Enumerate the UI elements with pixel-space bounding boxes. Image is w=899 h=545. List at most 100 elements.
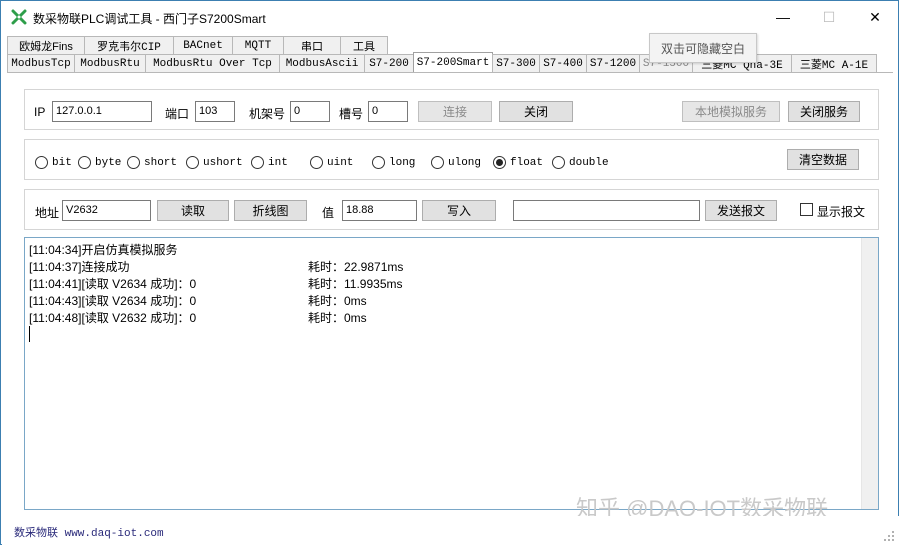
radio-indicator: [78, 156, 91, 169]
stop-service-button[interactable]: 关闭服务: [788, 101, 860, 122]
log-line: [11:04:41][读取 V2634 成功]：0: [29, 277, 197, 291]
radio-short[interactable]: short: [127, 156, 177, 169]
tab-label: 欧姆龙Fins: [19, 40, 73, 53]
protocol-tabs-row1: 欧姆龙Fins 罗克韦尔CIP BACnet MQTT 串口 工具: [7, 36, 388, 54]
radio-label: ulong: [448, 156, 482, 169]
hide-blank-tooltip: 双击可隐藏空白: [649, 33, 757, 63]
radio-ushort[interactable]: ushort: [186, 156, 243, 169]
close-button[interactable]: ✕: [852, 1, 898, 33]
text-caret: [29, 326, 30, 342]
address-label: 地址: [35, 206, 60, 220]
tab-divider: [7, 72, 893, 73]
radio-indicator: [372, 156, 385, 169]
tab-modbus-ascii[interactable]: ModbusAscii: [279, 54, 365, 72]
tab-s7-200[interactable]: S7-200: [364, 54, 414, 72]
tab-modbus-rtu-over-tcp[interactable]: ModbusRtu Over Tcp: [145, 54, 280, 72]
radio-int[interactable]: int: [251, 156, 288, 169]
tab-s7-300[interactable]: S7-300: [492, 54, 540, 72]
radio-indicator: [35, 156, 48, 169]
radio-label: double: [569, 156, 609, 169]
rack-input[interactable]: 0: [290, 101, 330, 122]
port-label: 端口: [165, 107, 190, 121]
radio-byte[interactable]: byte: [78, 156, 121, 169]
tab-bacnet[interactable]: BACnet: [173, 36, 233, 54]
log-output[interactable]: [11:04:34]开启仿真模拟服务 [11:04:37]连接成功 耗时：22.…: [24, 237, 879, 510]
minimize-button[interactable]: —: [760, 1, 806, 33]
radio-indicator: [127, 156, 140, 169]
app-logo-icon: [11, 9, 27, 25]
radio-indicator: [431, 156, 444, 169]
log-line: [11:04:48][读取 V2632 成功]：0: [29, 311, 197, 325]
resize-grip-icon[interactable]: [883, 530, 895, 542]
tab-mqtt[interactable]: MQTT: [232, 36, 284, 54]
clear-data-button[interactable]: 清空数据: [787, 149, 859, 170]
radio-label: byte: [95, 156, 122, 169]
status-bar: 数采物联 www.daq-iot.com: [2, 516, 899, 545]
tab-label: ModbusAscii: [285, 57, 359, 70]
radio-label: int: [268, 156, 288, 169]
tab-tools[interactable]: 工具: [340, 36, 388, 54]
log-elapsed: 耗时：0ms: [308, 311, 367, 325]
tab-label: ModbusRtu Over Tcp: [153, 57, 272, 70]
radio-label: short: [144, 156, 178, 169]
radio-indicator-selected: [493, 156, 506, 169]
tab-s7-1200[interactable]: S7-1200: [586, 54, 640, 72]
tab-label: S7-200Smart: [416, 56, 490, 69]
tab-rockwell-cip[interactable]: 罗克韦尔CIP: [84, 36, 174, 54]
tab-label: MQTT: [244, 39, 272, 52]
tab-mitsubishi-a1e[interactable]: 三菱MC A-1E: [791, 54, 877, 72]
disconnect-button[interactable]: 关闭: [499, 101, 573, 122]
slot-input[interactable]: 0: [368, 101, 408, 122]
tab-label: ModbusRtu: [80, 57, 140, 70]
log-line: [11:04:34]开启仿真模拟服务: [29, 243, 178, 257]
radio-indicator: [186, 156, 199, 169]
read-button[interactable]: 读取: [157, 200, 229, 221]
radio-float[interactable]: float: [493, 156, 543, 169]
log-scrollbar[interactable]: [861, 238, 878, 509]
tab-modbus-rtu[interactable]: ModbusRtu: [74, 54, 146, 72]
value-label: 值: [322, 206, 335, 220]
tab-label: ModbusTcp: [11, 57, 71, 70]
radio-label: bit: [52, 156, 72, 169]
tab-serial[interactable]: 串口: [283, 36, 341, 54]
log-line: [11:04:37]连接成功: [29, 260, 130, 274]
ip-label: IP: [34, 105, 46, 119]
app-window: 数采物联PLC调试工具 - 西门子S7200Smart — ☐ ✕ 欧姆龙Fin…: [0, 0, 899, 545]
radio-long[interactable]: long: [372, 156, 415, 169]
radio-double[interactable]: double: [552, 156, 609, 169]
tab-label: S7-400: [543, 57, 583, 70]
window-title: 数采物联PLC调试工具 - 西门子S7200Smart: [33, 12, 266, 26]
port-input[interactable]: 103: [195, 101, 235, 122]
tab-omron-fins[interactable]: 欧姆龙Fins: [7, 36, 85, 54]
show-message-label: 显示报文: [817, 205, 866, 219]
status-text: 数采物联 www.daq-iot.com: [14, 528, 164, 540]
line-chart-button[interactable]: 折线图: [234, 200, 307, 221]
radio-label: float: [510, 156, 544, 169]
value-input[interactable]: 18.88: [342, 200, 417, 221]
log-elapsed: 耗时：22.9871ms: [308, 260, 404, 274]
local-sim-service-button[interactable]: 本地模拟服务: [682, 101, 780, 122]
send-message-button[interactable]: 发送报文: [705, 200, 777, 221]
radio-label: ushort: [203, 156, 243, 169]
write-button[interactable]: 写入: [422, 200, 496, 221]
radio-uint[interactable]: uint: [310, 156, 353, 169]
connect-button[interactable]: 连接: [418, 101, 492, 122]
log-elapsed: 耗时：11.9935ms: [308, 277, 403, 291]
ip-input[interactable]: 127.0.0.1: [52, 101, 152, 122]
rack-label: 机架号: [249, 107, 286, 121]
tab-modbus-tcp[interactable]: ModbusTcp: [7, 54, 75, 72]
radio-bit[interactable]: bit: [35, 156, 72, 169]
tab-s7-200smart[interactable]: S7-200Smart: [413, 52, 493, 72]
maximize-button[interactable]: ☐: [806, 1, 852, 33]
tab-label: 三菱MC A-1E: [799, 59, 869, 72]
tab-s7-400[interactable]: S7-400: [539, 54, 587, 72]
log-elapsed: 耗时：0ms: [308, 294, 367, 308]
radio-label: long: [389, 156, 416, 169]
log-line: [11:04:43][读取 V2634 成功]：0: [29, 294, 197, 308]
radio-ulong[interactable]: ulong: [431, 156, 481, 169]
message-input[interactable]: [513, 200, 700, 221]
show-message-checkbox[interactable]: [800, 203, 813, 216]
tab-label: S7-1200: [589, 57, 637, 70]
address-input[interactable]: V2632: [62, 200, 151, 221]
tab-label: S7-200: [369, 57, 409, 70]
